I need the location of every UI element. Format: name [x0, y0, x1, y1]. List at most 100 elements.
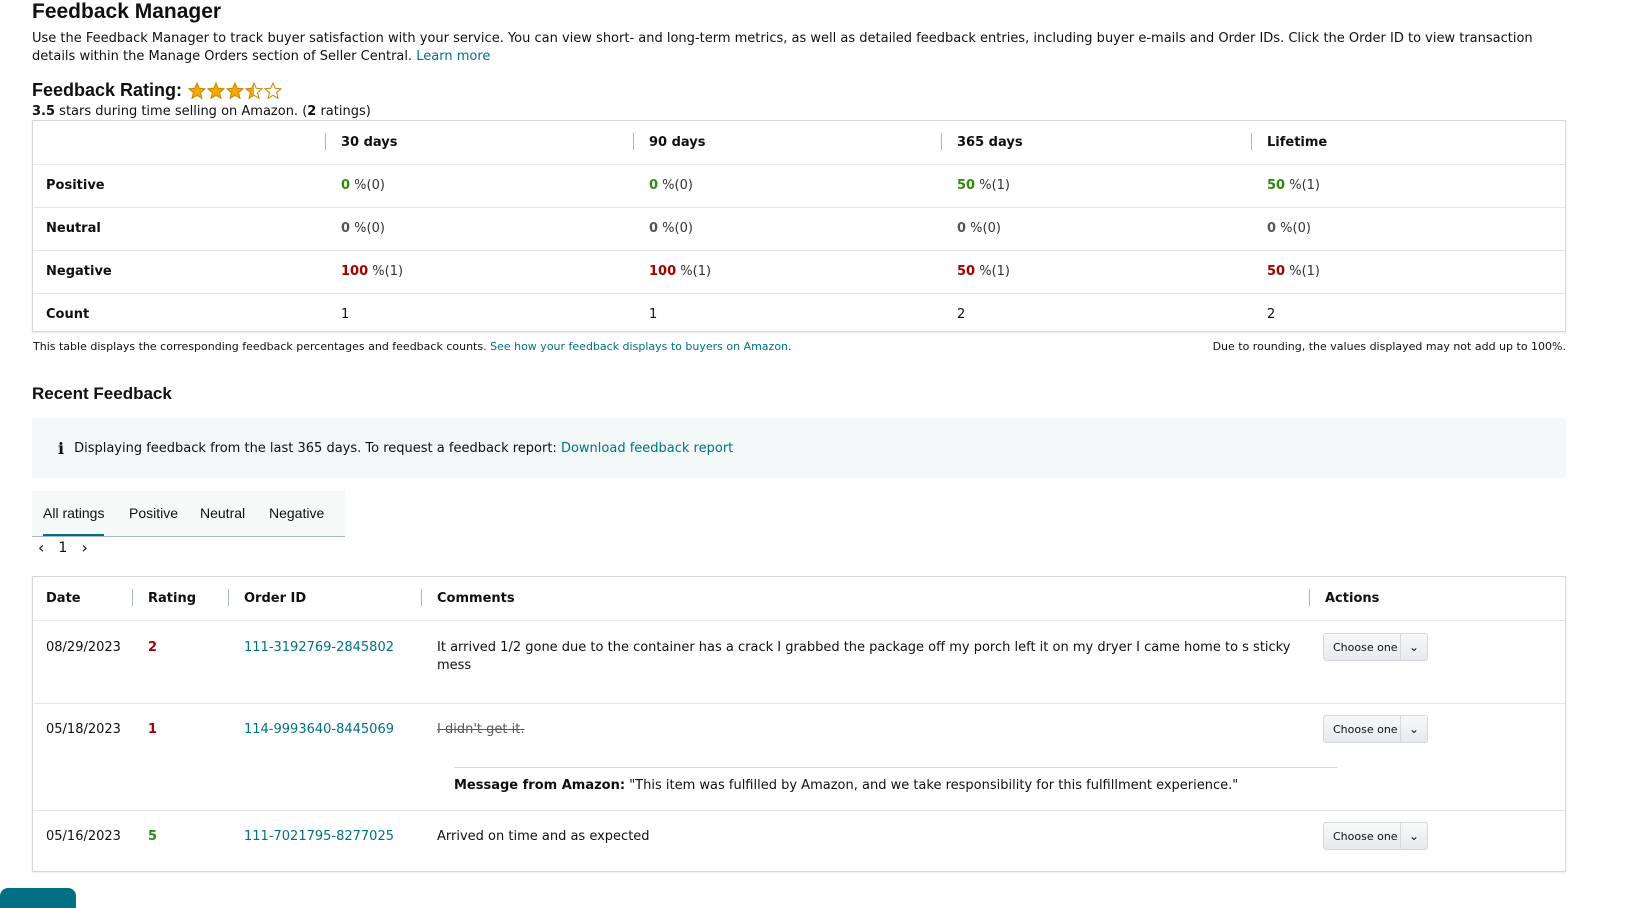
metrics-percent: 0 [957, 221, 967, 236]
feedback-rating: 5 [148, 829, 158, 844]
star-full-icon [207, 81, 226, 99]
metrics-col-header: Lifetime [1267, 135, 1328, 150]
metrics-cell: 50 %(1) [1267, 250, 1320, 293]
metrics-count: %(1) [975, 264, 1010, 279]
feedback-rating-label: Feedback Rating: [32, 80, 183, 100]
metrics-percent: 0 [341, 178, 351, 193]
metrics-count: %(0) [1276, 221, 1311, 236]
info-text: Displaying feedback from the last 365 da… [74, 440, 557, 456]
column-separator [1251, 133, 1252, 150]
rating-summary-value: 3.5 [32, 104, 56, 119]
metrics-row-label: Neutral [46, 221, 101, 236]
current-page[interactable]: 1 [58, 540, 67, 556]
column-separator [228, 589, 229, 606]
feedback-date: 05/18/2023 [46, 722, 121, 737]
metrics-col-header: 30 days [341, 135, 398, 150]
star-empty-icon [264, 81, 283, 99]
metrics-count-cell: 2 [957, 307, 966, 322]
metrics-cell: 50 %(1) [1267, 164, 1320, 207]
metrics-row-positive: Positive 0 %(0) 0 %(0) 50 %(1) 50 %(1) [33, 164, 1565, 208]
order-id-link[interactable]: 114-9993640-8445069 [244, 721, 394, 739]
chevron-down-icon: ⌄ [1400, 823, 1427, 849]
feedback-date: 08/29/2023 [46, 640, 121, 655]
metrics-cell: 50 %(1) [957, 164, 1010, 207]
rating-tabs: All ratings Positive Neutral Negative [32, 491, 345, 537]
column-separator [132, 589, 133, 606]
metrics-percent: 0 [649, 178, 659, 193]
intro-body: Use the Feedback Manager to track buyer … [32, 31, 1533, 64]
tab-positive[interactable]: Positive [129, 491, 178, 536]
order-id-link[interactable]: 111-7021795-8277025 [244, 828, 394, 846]
learn-more-link[interactable]: Learn more [416, 49, 490, 64]
chevron-down-icon: ⌄ [1400, 716, 1427, 742]
table-row: 05/16/2023 5 111-7021795-8277025 Arrived on… [33, 810, 1565, 872]
metrics-cell: 50 %(1) [957, 250, 1010, 293]
tab-all-ratings[interactable]: All ratings [43, 491, 105, 536]
feedback-col-header: Actions [1325, 591, 1380, 606]
amazon-message-text: "This item was fulfilled by Amazon, and … [625, 778, 1239, 793]
actions-dropdown[interactable]: Choose one ⌄ [1323, 822, 1428, 850]
metrics-count: %(1) [676, 264, 712, 279]
rounding-note: Due to rounding, the values displayed ma… [1212, 340, 1566, 353]
metrics-count: %(1) [1285, 264, 1320, 279]
star-half-icon [245, 81, 264, 99]
metrics-cell: 0 %(0) [341, 207, 385, 250]
feedback-display-link[interactable]: See how your feedback displays to buyers… [490, 340, 788, 353]
feedback-rating: 1 [148, 722, 158, 737]
metrics-col-header: 365 days [957, 135, 1023, 150]
feedback-comment: I didn't get it. [437, 722, 525, 737]
download-feedback-report-link[interactable]: Download feedback report [561, 441, 733, 456]
metrics-percent: 50 [957, 178, 976, 193]
metrics-cell: 100 %(1) [341, 250, 403, 293]
metrics-percent: 0 [341, 221, 351, 236]
metrics-percent: 100 [341, 264, 369, 279]
amazon-message-label: Message from Amazon: [454, 778, 626, 793]
chevron-left-icon[interactable]: ‹ [38, 538, 44, 557]
metrics-percent: 0 [1267, 221, 1277, 236]
rating-summary-count: 2 [307, 104, 317, 119]
metrics-row-count: Count 1 1 2 2 [33, 293, 1565, 336]
intro-text: Use the Feedback Manager to track buyer … [32, 30, 1572, 66]
tab-neutral[interactable]: Neutral [200, 491, 245, 536]
feedback-comment: Arrived on time and as expected [437, 829, 650, 844]
amazon-message: Message from Amazon: "This item was fulf… [454, 767, 1337, 793]
metrics-col-header: 90 days [649, 135, 706, 150]
order-id-link[interactable]: 111-3192769-2845802 [244, 639, 394, 657]
tab-negative[interactable]: Negative [269, 491, 324, 536]
metrics-percent: 50 [957, 264, 976, 279]
chevron-down-icon: ⌄ [1400, 634, 1427, 660]
star-full-icon [188, 81, 207, 99]
metrics-row-neutral: Neutral 0 %(0) 0 %(0) 0 %(0) 0 %(0) [33, 207, 1565, 251]
bottom-action-button[interactable] [0, 888, 76, 908]
feedback-col-header: Rating [148, 591, 197, 606]
feedback-col-header: Order ID [244, 591, 307, 606]
info-icon: i [58, 438, 65, 458]
column-separator [1309, 589, 1310, 606]
metrics-count-cell: 1 [341, 307, 350, 322]
metrics-count: %(0) [350, 178, 385, 193]
page-title: Feedback Manager [32, 0, 222, 23]
metrics-percent: 50 [1267, 264, 1286, 279]
metrics-count: %(1) [975, 178, 1010, 193]
metrics-count-cell: 1 [649, 307, 658, 322]
metrics-percent: 100 [649, 264, 677, 279]
feedback-col-header: Date [46, 591, 81, 606]
actions-dropdown-label: Choose one [1333, 722, 1398, 736]
metrics-row-label: Negative [46, 264, 112, 279]
metrics-count: %(0) [658, 178, 693, 193]
metrics-count: %(1) [368, 264, 404, 279]
metrics-cell: 0 %(0) [1267, 207, 1311, 250]
star-full-icon [226, 81, 245, 99]
feedback-rating: 2 [148, 640, 158, 655]
recent-feedback-table: Date Rating Order ID Comments Actions 08/29/2… [32, 576, 1566, 872]
column-separator [941, 133, 942, 150]
chevron-right-icon[interactable]: › [81, 538, 87, 557]
actions-dropdown[interactable]: Choose one ⌄ [1323, 715, 1428, 743]
metrics-cell: 0 %(0) [957, 207, 1001, 250]
metrics-header-row: 30 days 90 days 365 days Lifetime [33, 121, 1565, 165]
metrics-row-negative: Negative 100 %(1) 100 %(1) 50 %(1) 50 %(1) [33, 250, 1565, 294]
actions-dropdown[interactable]: Choose one ⌄ [1323, 633, 1428, 661]
feedback-col-header: Comments [437, 591, 515, 606]
column-separator [325, 133, 326, 150]
feedback-comment: It arrived 1/2 gone due to the container… [437, 640, 1291, 673]
